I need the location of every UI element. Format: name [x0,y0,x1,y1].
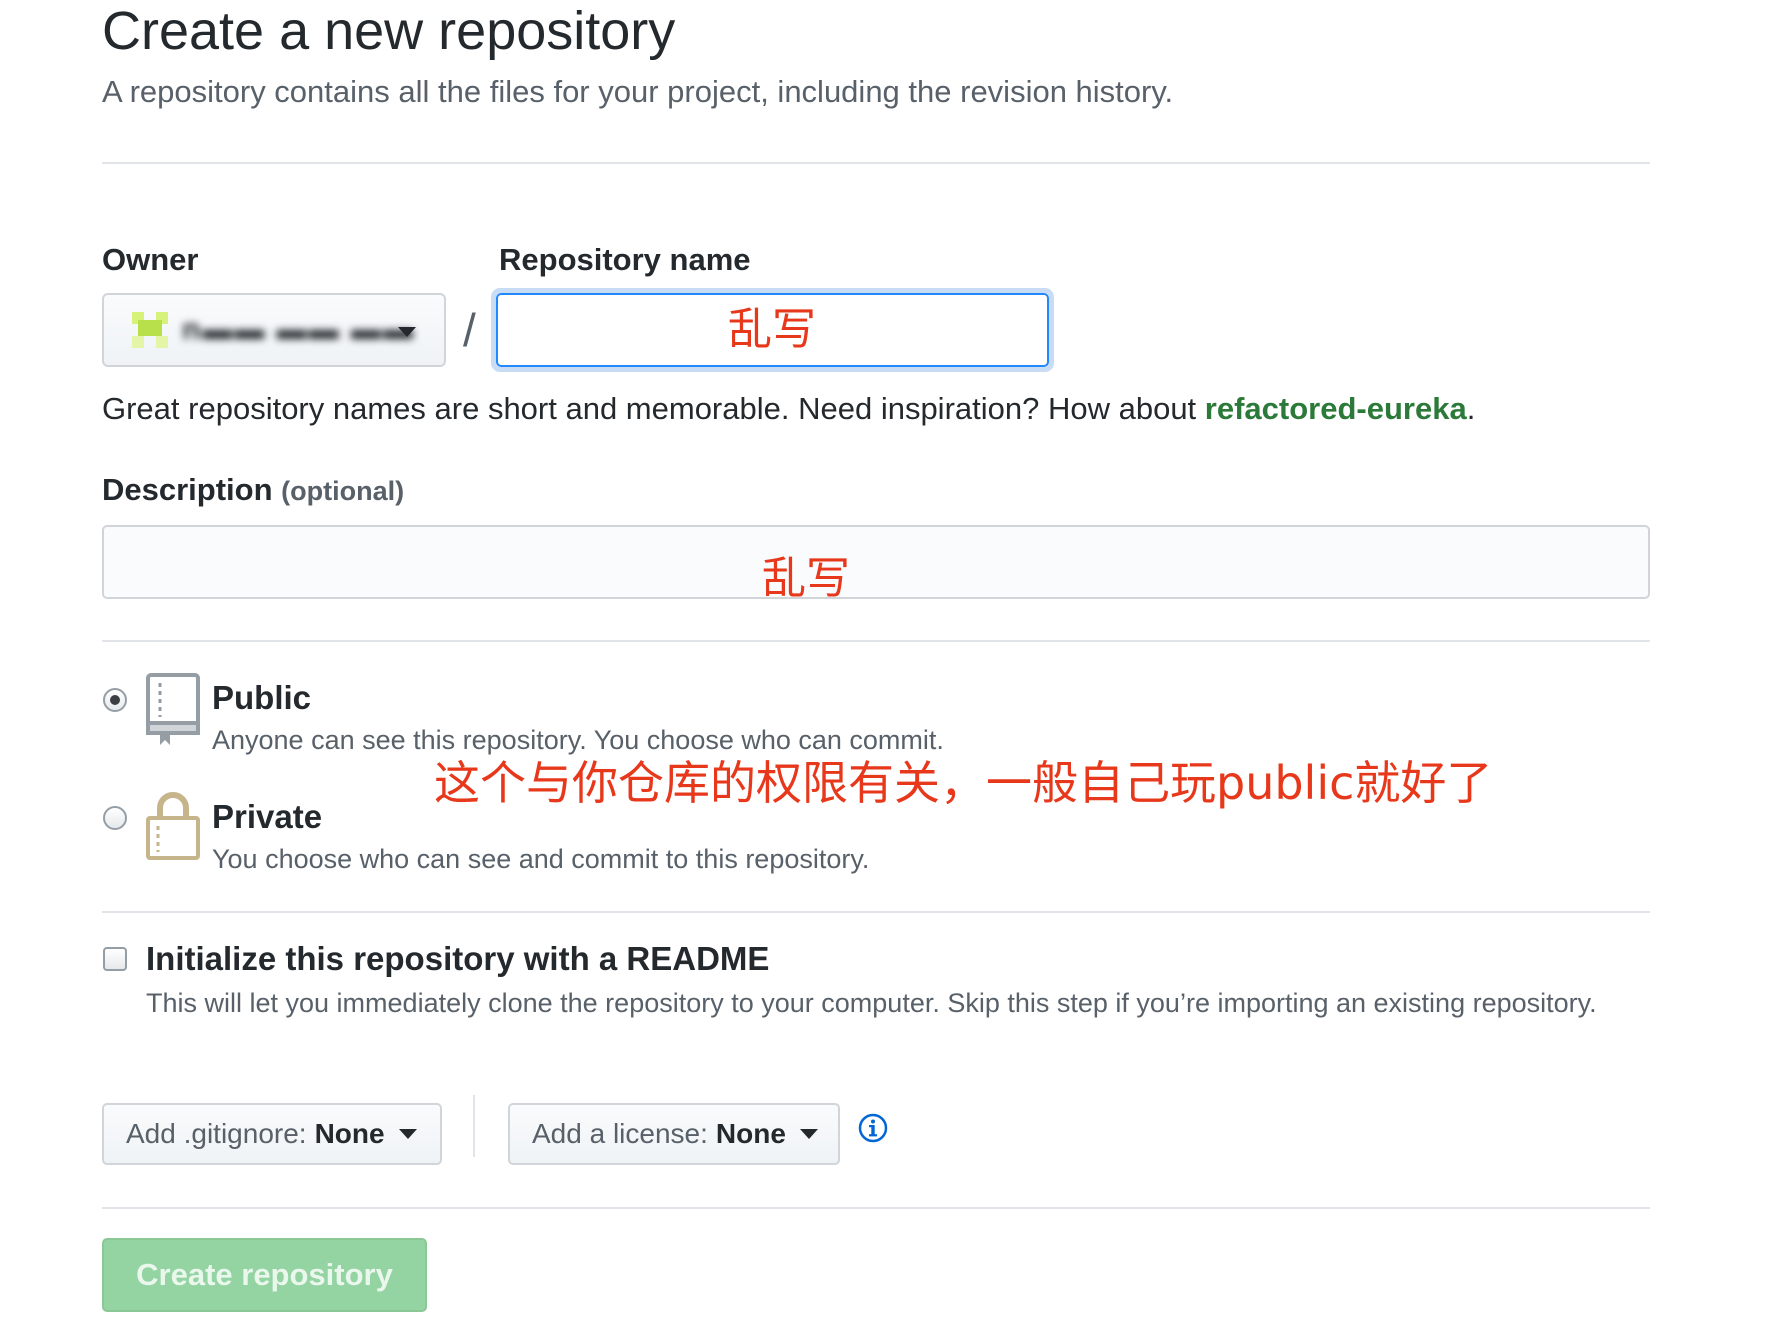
gitignore-value: None [314,1118,385,1149]
lock-icon [146,792,200,860]
create-repository-button[interactable]: Create repository [102,1238,427,1312]
name-hint-text: Great repository names are short and mem… [102,391,1205,426]
chevron-down-icon [398,327,416,337]
page-subtitle: A repository contains all the files for … [102,74,1174,109]
owner-name: n▬▬ ▬▬ ▬▬ [182,313,415,346]
repository-name-annotation: 乱写 [728,304,816,355]
gitignore-select[interactable]: Add .gitignore: None [102,1103,442,1165]
name-hint: Great repository names are short and mem… [102,389,1475,429]
repository-name-label: Repository name [499,242,751,277]
license-select[interactable]: Add a license: None [508,1103,840,1165]
private-option-title: Private [212,798,323,835]
license-prefix: Add a license: [532,1118,708,1149]
private-option-desc: You choose who can see and commit to thi… [212,844,870,874]
description-input[interactable] [102,525,1650,599]
divider [102,911,1650,913]
avatar-icon [132,312,168,348]
divider [102,1207,1650,1209]
visibility-annotation: 这个与你仓库的权限有关，一般自己玩public就好了 [434,756,1493,810]
description-annotation: 乱写 [762,553,850,604]
owner-repo-separator: / [463,304,476,356]
readme-desc: This will let you immediately clone the … [146,988,1597,1018]
select-separator [473,1095,475,1157]
description-label-text: Description [102,472,273,507]
public-radio[interactable] [103,688,127,712]
gitignore-prefix: Add .gitignore: [126,1118,307,1149]
name-suggestion-link[interactable]: refactored-eureka [1205,391,1467,426]
divider [102,162,1650,164]
owner-label: Owner [102,242,199,277]
description-label: Description (optional) [102,470,404,511]
public-option-title: Public [212,679,312,716]
private-radio[interactable] [103,806,127,830]
optional-tag: (optional) [281,476,405,506]
repo-book-icon [146,673,200,745]
page-title: Create a new repository [102,1,676,61]
divider [102,640,1650,642]
chevron-down-icon [799,1129,818,1139]
info-icon[interactable] [858,1113,888,1143]
readme-checkbox[interactable] [103,947,127,971]
name-hint-end: . [1466,391,1476,426]
owner-select[interactable]: n▬▬ ▬▬ ▬▬ [102,293,446,367]
readme-title[interactable]: Initialize this repository with a README [146,939,769,979]
license-value: None [715,1118,786,1149]
chevron-down-icon [398,1129,417,1139]
